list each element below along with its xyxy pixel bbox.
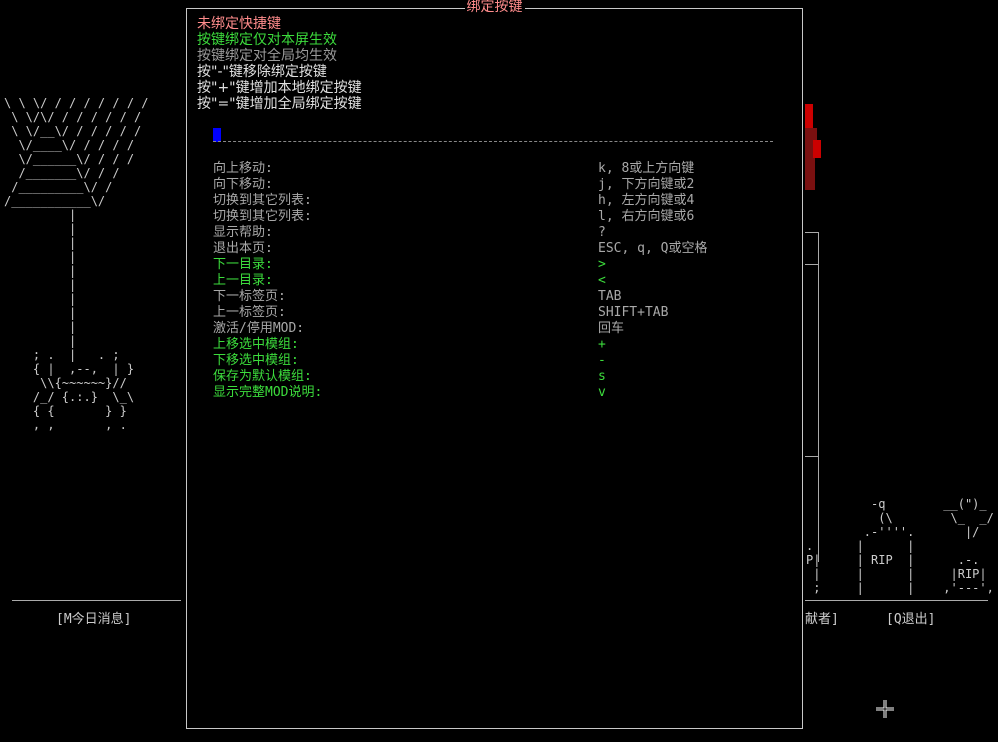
- keybinding-action: 上移选中模组:: [213, 337, 299, 352]
- red-marker: [805, 104, 813, 128]
- keybinding-row[interactable]: 向下移动: j, 下方向键或2: [213, 177, 783, 193]
- quit-menu-item[interactable]: [Q退出]: [886, 608, 935, 627]
- keybinding-key: +: [598, 337, 606, 352]
- right-bracket-top: [805, 232, 819, 233]
- keybinding-row[interactable]: 显示完整MOD说明: v: [213, 385, 783, 401]
- contributors-menu-item[interactable]: 献者]: [805, 608, 839, 627]
- red-marker-tail: [805, 158, 815, 190]
- keybinding-key: -: [598, 353, 606, 368]
- keybinding-key: ?: [598, 225, 606, 240]
- keybinding-key: >: [598, 257, 606, 272]
- left-tree-ascii-art: \ \ \/ / / / / / / / \ \/\/ / / / / / / …: [4, 96, 149, 432]
- keybinding-key: v: [598, 385, 606, 400]
- keybinding-action: 保存为默认模组:: [213, 369, 312, 384]
- info-line: 按"+"键增加本地绑定按键: [197, 80, 362, 96]
- right-grave-ascii-art: -q __(")_ (\ \_ _/ .-''''. |/ . | | P| |…: [806, 497, 994, 595]
- keybinding-key: ESC, q, Q或空格: [598, 241, 708, 256]
- keybinding-list: 向上移动: k, 8或上方向键向下移动: j, 下方向键或2 切换到其它列表: h, 左…: [213, 161, 783, 401]
- keybinding-row[interactable]: 切换到其它列表: l, 右方向键或6: [213, 209, 783, 225]
- info-line: 按键绑定对全局均生效: [197, 48, 337, 64]
- keybinding-key: TAB: [598, 289, 622, 304]
- keybinding-row[interactable]: 保存为默认模组: s: [213, 369, 783, 385]
- filter-underline: [213, 141, 773, 143]
- keybinding-action: 上一标签页:: [213, 305, 286, 320]
- keybinding-action: 切换到其它列表:: [213, 209, 312, 224]
- keybinding-key: 回车: [598, 321, 625, 336]
- keybinding-row[interactable]: 上一目录: <: [213, 273, 783, 289]
- info-line: 按键绑定仅对本屏生效: [197, 32, 337, 48]
- info-line: 按"-"键移除绑定按键: [197, 64, 327, 80]
- keybinding-key: l, 右方向键或6: [598, 209, 695, 224]
- keybinding-action: 退出本页:: [213, 241, 273, 256]
- keybinding-key: s: [598, 369, 606, 384]
- keybinding-action: 显示完整MOD说明:: [213, 385, 323, 400]
- keybinding-row[interactable]: 激活/停用MOD: 回车: [213, 321, 783, 337]
- dialog-title: 绑定按键: [464, 0, 525, 15]
- keybinding-action: 下一目录:: [213, 257, 273, 272]
- info-line: 按"="键增加全局绑定按键: [197, 96, 362, 112]
- right-separator-line: [805, 600, 988, 601]
- keybinding-key: SHIFT+TAB: [598, 305, 669, 320]
- keybinding-action: 向上移动:: [213, 161, 273, 176]
- right-bracket-mid: [805, 264, 819, 265]
- keybinding-row[interactable]: 切换到其它列表: h, 左方向键或4: [213, 193, 783, 209]
- right-bracket-low: [805, 456, 819, 457]
- filter-cursor[interactable]: [213, 128, 221, 142]
- keybinding-action: 下移选中模组:: [213, 353, 299, 368]
- keybinding-row[interactable]: 上一标签页: SHIFT+TAB: [213, 305, 783, 321]
- keybinding-action: 激活/停用MOD:: [213, 321, 305, 336]
- keybinding-row[interactable]: 下移选中模组: -: [213, 353, 783, 369]
- keybinding-row[interactable]: 向上移动: k, 8或上方向键: [213, 161, 783, 177]
- left-separator-line: [12, 600, 181, 601]
- red-marker-bright: [813, 140, 821, 158]
- mouse-crosshair-icon: [876, 700, 894, 718]
- keybinding-row[interactable]: 显示帮助:?: [213, 225, 783, 241]
- keybinding-row[interactable]: 下一目录: >: [213, 257, 783, 273]
- keybinding-key: j, 下方向键或2: [598, 177, 695, 192]
- keybinding-row[interactable]: 下一标签页: TAB: [213, 289, 783, 305]
- keybinding-dialog: 绑定按键 未绑定快捷键 按键绑定仅对本屏生效 按键绑定对全局均生效 按"-"键移除绑定…: [186, 0, 803, 729]
- keybinding-action: 上一目录:: [213, 273, 273, 288]
- motd-menu-item[interactable]: [M今日消息]: [56, 608, 131, 627]
- keybinding-key: k, 8或上方向键: [598, 161, 695, 176]
- keybinding-key: h, 左方向键或4: [598, 193, 695, 208]
- keybinding-action: 下一标签页:: [213, 289, 286, 304]
- keybinding-action: 向下移动:: [213, 177, 273, 192]
- keybinding-action: 切换到其它列表:: [213, 193, 312, 208]
- screen: \ \ \/ / / / / / / / \ \/\/ / / / / / / …: [0, 0, 998, 742]
- keybinding-key: <: [598, 273, 606, 288]
- keybinding-row[interactable]: 退出本页: ESC, q, Q或空格: [213, 241, 783, 257]
- keybinding-row[interactable]: 上移选中模组: +: [213, 337, 783, 353]
- keybinding-action: 显示帮助:: [213, 225, 273, 240]
- info-line: 未绑定快捷键: [197, 16, 281, 32]
